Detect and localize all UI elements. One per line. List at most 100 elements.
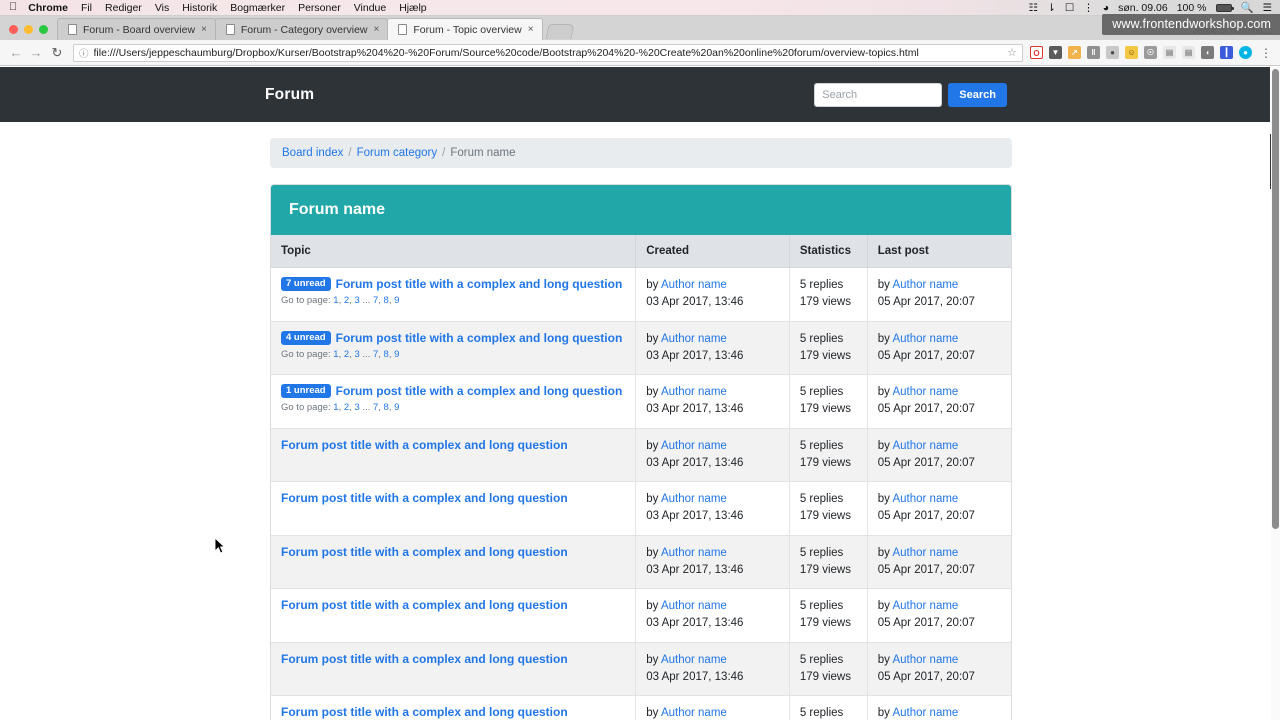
menu-item-bogmaerker[interactable]: Bogmærker <box>230 2 285 14</box>
last-post-author-link[interactable]: Author name <box>892 493 958 505</box>
menu-item-fil[interactable]: Fil <box>81 2 92 14</box>
analytics-icon[interactable]: ↗ <box>1068 46 1081 59</box>
table-row[interactable]: Forum post title with a complex and long… <box>271 428 1011 482</box>
column-header-created[interactable]: Created <box>635 235 790 268</box>
goto-page-link[interactable]: 7 <box>373 295 378 306</box>
created-author-link[interactable]: Author name <box>661 279 727 291</box>
goto-page-link[interactable]: 1 <box>333 402 338 413</box>
table-row[interactable]: Forum post title with a complex and long… <box>271 642 1011 696</box>
last-post-author-link[interactable]: Author name <box>892 386 958 398</box>
column-header-topic[interactable]: Topic <box>271 235 636 268</box>
pocket-icon[interactable]: ▼ <box>1049 46 1062 59</box>
evernote-icon[interactable]: ◖ <box>1201 46 1214 59</box>
bluetooth-icon[interactable]: ⇂ <box>1047 2 1056 14</box>
goto-page-link[interactable]: 3 <box>354 295 359 306</box>
last-post-author-link[interactable]: Author name <box>892 547 958 559</box>
browser-tab-topic-overview[interactable]: Forum - Topic overview × <box>387 18 543 40</box>
table-row[interactable]: 7 unread Forum post title with a complex … <box>271 267 1011 322</box>
menu-item-rediger[interactable]: Rediger <box>105 2 142 14</box>
topic-title-link[interactable]: Forum post title with a complex and long… <box>281 652 568 666</box>
close-icon[interactable]: × <box>374 24 380 35</box>
table-row[interactable]: Forum post title with a complex and long… <box>271 535 1011 589</box>
menu-item-historik[interactable]: Historik <box>182 2 217 14</box>
created-author-link[interactable]: Author name <box>661 707 727 719</box>
opera-icon[interactable]: O <box>1030 46 1043 59</box>
goto-page-link[interactable]: 7 <box>373 402 378 413</box>
goto-page-link[interactable]: 3 <box>354 402 359 413</box>
goto-page-link[interactable]: 8 <box>384 349 389 360</box>
goto-page-link[interactable]: 3 <box>354 349 359 360</box>
globe-icon[interactable]: ☉ <box>1144 46 1157 59</box>
emoji-icon[interactable]: ☺ <box>1125 46 1138 59</box>
goto-page-link[interactable]: 2 <box>344 349 349 360</box>
column-header-statistics[interactable]: Statistics <box>788 235 868 268</box>
topic-title-link[interactable]: Forum post title with a complex and long… <box>281 598 568 612</box>
last-post-author-link[interactable]: Author name <box>892 654 958 666</box>
goto-page-link[interactable]: 2 <box>344 402 349 413</box>
table-row[interactable]: Forum post title with a complex and long… <box>271 695 1011 720</box>
topic-title-link[interactable]: Forum post title with a complex and long… <box>336 384 623 398</box>
last-post-author-link[interactable]: Author name <box>892 600 958 612</box>
menu-item-hjaelp[interactable]: Hjælp <box>399 2 426 14</box>
new-tab-button[interactable] <box>544 24 575 39</box>
apple-icon[interactable]:  <box>9 2 17 13</box>
wifi-icon[interactable]: ◕ <box>1103 2 1109 14</box>
topic-title-link[interactable]: Forum post title with a complex and long… <box>336 277 623 291</box>
address-bar[interactable]: ⓘ file:///Users/jeppeschaumburg/Dropbox/… <box>73 43 1023 62</box>
topic-title-link[interactable]: Forum post title with a complex and long… <box>336 331 623 345</box>
goto-page-link[interactable]: 9 <box>394 402 399 413</box>
created-author-link[interactable]: Author name <box>661 600 727 612</box>
site-brand[interactable]: Forum <box>265 86 314 104</box>
menu-item-chrome[interactable]: Chrome <box>28 2 68 14</box>
maximize-window-button[interactable] <box>39 25 48 34</box>
bookmark-star-icon[interactable]: ☆ <box>1001 46 1017 59</box>
topic-title-link[interactable]: Forum post title with a complex and long… <box>281 705 568 719</box>
goto-page-link[interactable]: 2 <box>344 295 349 306</box>
topic-title-link[interactable]: Forum post title with a complex and long… <box>281 545 568 559</box>
page-scrollbar-thumb[interactable] <box>1272 69 1279 529</box>
menu-item-personer[interactable]: Personer <box>298 2 341 14</box>
spotlight-search-icon[interactable]: 🔍 <box>1241 1 1254 14</box>
forward-icon[interactable]: → <box>26 45 46 60</box>
page-scrollbar-track[interactable] <box>1271 67 1280 720</box>
goto-page-link[interactable]: 9 <box>394 349 399 360</box>
dropbox-icon[interactable]: ☷ <box>1029 2 1038 14</box>
last-post-author-link[interactable]: Author name <box>892 440 958 452</box>
reload-icon[interactable]: ↻ <box>46 45 68 61</box>
goto-page-link[interactable]: 8 <box>384 402 389 413</box>
search-button[interactable]: Search <box>948 82 1007 107</box>
browser-tab-board-overview[interactable]: Forum - Board overview × <box>57 18 216 40</box>
columns-icon[interactable]: ‖ <box>1087 46 1100 59</box>
table-row[interactable]: 4 unread Forum post title with a complex … <box>271 321 1011 375</box>
table-row[interactable]: Forum post title with a complex and long… <box>271 481 1011 536</box>
breadcrumb-item-board-index[interactable]: Board index <box>282 147 343 159</box>
menu-item-vis[interactable]: Vis <box>155 2 169 14</box>
created-author-link[interactable]: Author name <box>661 654 727 666</box>
close-icon[interactable]: × <box>528 24 534 35</box>
site-info-icon[interactable]: ⓘ <box>79 46 89 60</box>
created-author-link[interactable]: Author name <box>661 386 727 398</box>
column-header-last-post[interactable]: Last post <box>866 235 1011 268</box>
camera-icon[interactable]: ● <box>1106 46 1119 59</box>
measure-icon[interactable]: ▤ <box>1182 46 1195 59</box>
window-icon[interactable]: ▤ <box>1163 46 1176 59</box>
last-post-author-link[interactable]: Author name <box>892 279 958 291</box>
created-author-link[interactable]: Author name <box>661 547 727 559</box>
notification-center-icon[interactable]: ☰ <box>1263 2 1272 14</box>
close-icon[interactable]: × <box>201 24 207 35</box>
airplay-icon[interactable]: ☐ <box>1065 2 1074 14</box>
sync-icon[interactable]: ● <box>1239 46 1252 59</box>
goto-page-link[interactable]: 7 <box>373 349 378 360</box>
table-row[interactable]: Forum post title with a complex and long… <box>271 588 1011 643</box>
grammarly-icon[interactable]: ┃ <box>1220 46 1233 59</box>
last-post-author-link[interactable]: Author name <box>892 333 958 345</box>
volume-icon[interactable]: ⋮ <box>1083 2 1094 14</box>
topic-title-link[interactable]: Forum post title with a complex and long… <box>281 438 568 452</box>
goto-page-link[interactable]: 9 <box>394 295 399 306</box>
created-author-link[interactable]: Author name <box>661 493 727 505</box>
menu-item-vindue[interactable]: Vindue <box>354 2 387 14</box>
goto-page-link[interactable]: 8 <box>384 295 389 306</box>
created-author-link[interactable]: Author name <box>661 333 727 345</box>
minimize-window-button[interactable] <box>24 25 33 34</box>
goto-page-link[interactable]: 1 <box>333 349 338 360</box>
